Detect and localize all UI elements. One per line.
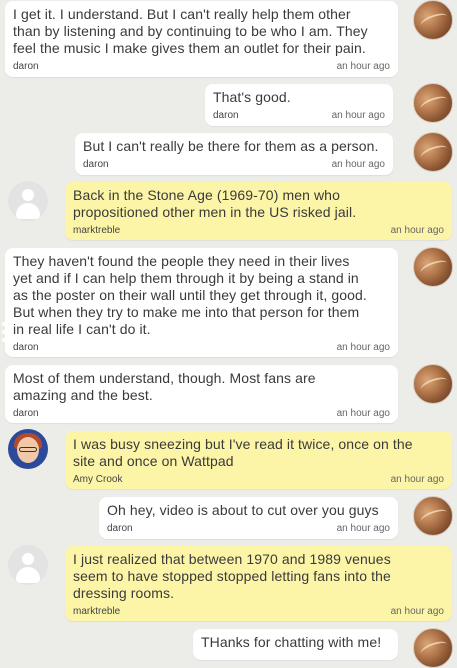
message-meta: daron an hour ago bbox=[13, 406, 390, 421]
message-text: They haven't found the people they need … bbox=[13, 253, 350, 269]
message-text: feel the music I make gives them an outl… bbox=[13, 40, 366, 56]
message-bubble: I was busy sneezing but I've read it twi… bbox=[65, 431, 452, 489]
message-bubble: Oh hey, video is about to cut over you g… bbox=[99, 497, 398, 539]
message-text: Back in the Stone Age (1969-70) men who bbox=[73, 187, 340, 203]
message-text: as the poster on their wall until they g… bbox=[13, 287, 367, 303]
message-timestamp: an hour ago bbox=[390, 225, 444, 236]
message-meta: daron an hour ago bbox=[213, 108, 385, 123]
message-text: That's good. bbox=[213, 89, 291, 105]
message-timestamp: an hour ago bbox=[336, 61, 390, 72]
message-text: seem to have stopped stopped letting fan… bbox=[73, 568, 391, 584]
avatar[interactable] bbox=[8, 429, 48, 469]
message-text: I was busy sneezing but I've read it twi… bbox=[73, 436, 413, 452]
message-author[interactable]: Amy Crook bbox=[73, 474, 122, 485]
message-text: I just realized that between 1970 and 19… bbox=[73, 551, 391, 567]
message-bubble: That's good. daron an hour ago bbox=[205, 84, 393, 126]
message-author[interactable]: daron bbox=[213, 110, 239, 121]
message-author[interactable]: daron bbox=[83, 159, 109, 170]
message-author[interactable]: daron bbox=[107, 523, 133, 534]
drag-handle-icon[interactable] bbox=[2, 322, 8, 344]
message-timestamp: an hour ago bbox=[336, 342, 390, 353]
message-meta: marktreble an hour ago bbox=[73, 223, 444, 238]
message-timestamp: an hour ago bbox=[390, 474, 444, 485]
message-text: THanks for chatting with me! bbox=[201, 634, 382, 650]
message-timestamp: an hour ago bbox=[390, 606, 444, 617]
default-avatar-icon[interactable] bbox=[8, 545, 48, 585]
message-text: propositioned other men in the US risked… bbox=[73, 204, 357, 220]
message-meta: daron an hour ago bbox=[13, 340, 390, 355]
avatar[interactable] bbox=[413, 132, 453, 172]
message-text: But I can't really be there for them as … bbox=[83, 138, 379, 154]
message-text: site and once on Wattpad bbox=[73, 453, 234, 469]
message-author[interactable]: marktreble bbox=[73, 225, 120, 236]
avatar[interactable] bbox=[413, 247, 453, 287]
message-bubble: Back in the Stone Age (1969-70) men who … bbox=[65, 182, 452, 240]
message-bubble: I get it. I understand. But I can't real… bbox=[5, 1, 398, 77]
message-meta: marktreble an hour ago bbox=[73, 604, 444, 619]
message-bubble: They haven't found the people they need … bbox=[5, 248, 398, 357]
message-text: in real life I can't do it. bbox=[13, 321, 151, 337]
message-meta: Amy Crook an hour ago bbox=[73, 472, 444, 487]
message-text: yet and if I can help them through it by… bbox=[13, 270, 359, 286]
message-meta: daron an hour ago bbox=[107, 521, 390, 536]
avatar[interactable] bbox=[413, 83, 453, 123]
message-author[interactable]: daron bbox=[13, 61, 39, 72]
message-text: I get it. I understand. But I can't real… bbox=[13, 6, 351, 22]
chat-transcript: I get it. I understand. But I can't real… bbox=[0, 0, 457, 668]
message-text: dressing rooms. bbox=[73, 585, 175, 601]
message-text: than by listening and by continuing to b… bbox=[13, 23, 368, 39]
avatar[interactable] bbox=[413, 364, 453, 404]
default-avatar-icon[interactable] bbox=[8, 181, 48, 221]
message-timestamp: an hour ago bbox=[336, 523, 390, 534]
message-timestamp: an hour ago bbox=[331, 110, 385, 121]
message-text: Most of them understand, though. Most fa… bbox=[13, 370, 316, 386]
message-timestamp: an hour ago bbox=[331, 159, 385, 170]
avatar[interactable] bbox=[413, 0, 453, 40]
message-timestamp: an hour ago bbox=[336, 408, 390, 419]
message-text: Oh hey, video is about to cut over you g… bbox=[107, 502, 379, 518]
message-author[interactable]: daron bbox=[13, 342, 39, 353]
message-meta: daron an hour ago bbox=[13, 59, 390, 74]
message-bubble: I just realized that between 1970 and 19… bbox=[65, 546, 452, 621]
message-text: amazing and the best. bbox=[13, 387, 153, 403]
avatar[interactable] bbox=[413, 628, 453, 668]
message-author[interactable]: marktreble bbox=[73, 606, 120, 617]
message-meta: daron an hour ago bbox=[83, 157, 385, 172]
message-text: But when they try to make me into that p… bbox=[13, 304, 360, 320]
message-bubble: THanks for chatting with me! bbox=[193, 629, 398, 660]
message-bubble: But I can't really be there for them as … bbox=[75, 133, 393, 175]
message-bubble: Most of them understand, though. Most fa… bbox=[5, 365, 398, 423]
message-author[interactable]: daron bbox=[13, 408, 39, 419]
avatar[interactable] bbox=[413, 496, 453, 536]
